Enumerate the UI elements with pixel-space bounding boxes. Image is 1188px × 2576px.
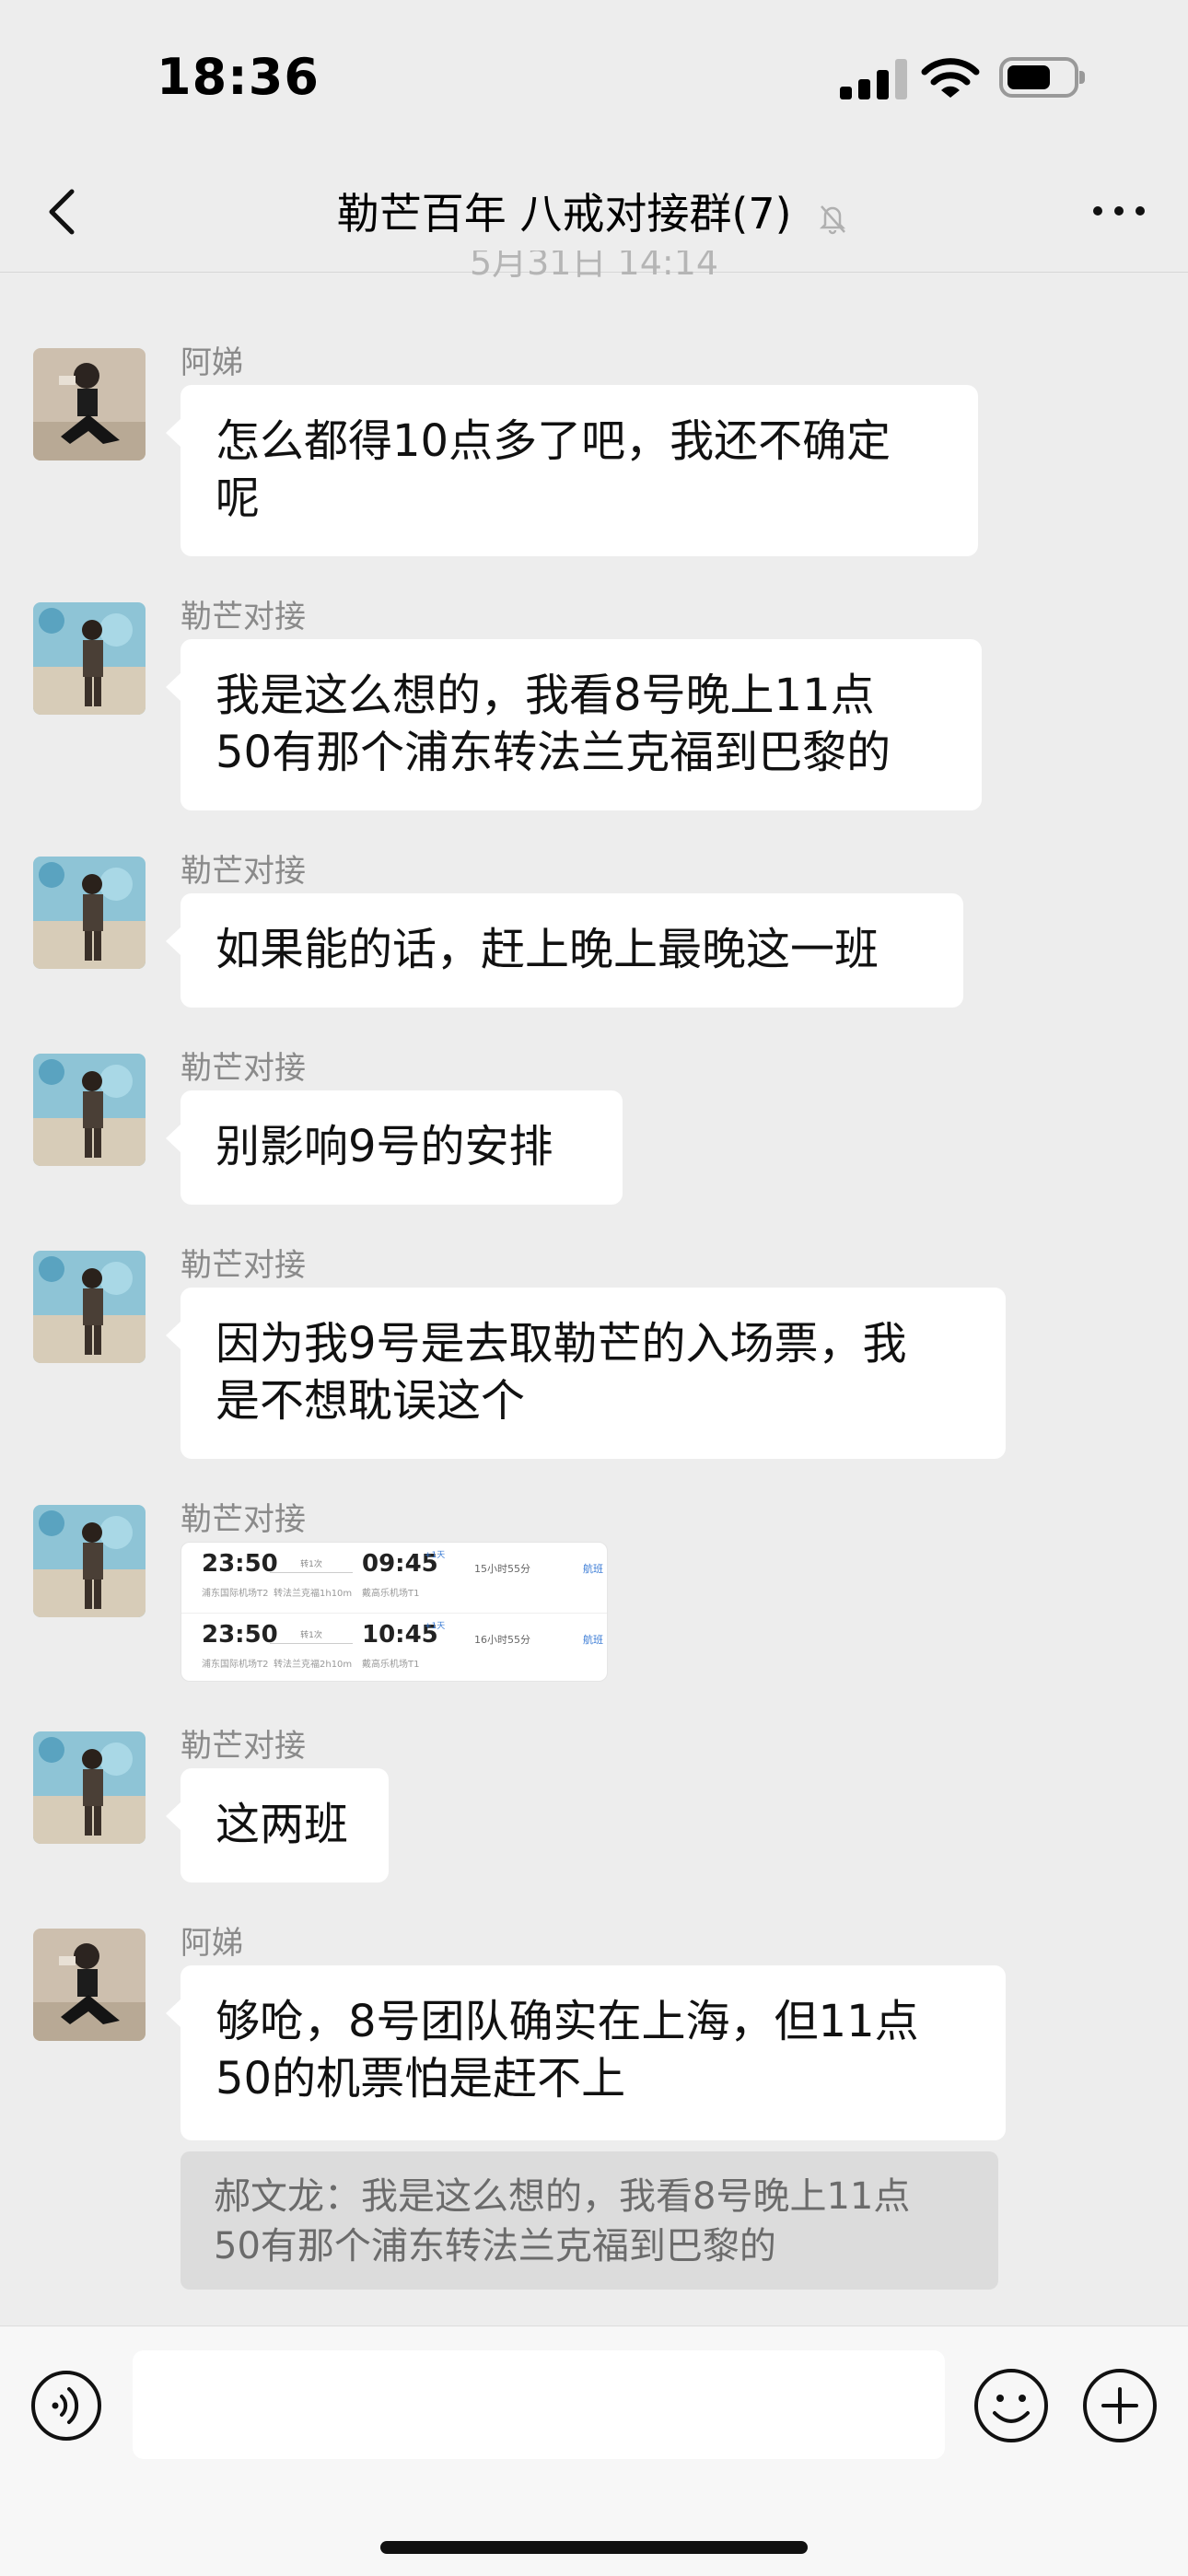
avatar[interactable] (33, 1929, 146, 2041)
message-bubble[interactable]: 别影响9号的安排 (166, 1090, 623, 1205)
avatar[interactable] (33, 857, 146, 969)
departure-airport: 浦东国际机场T2 (202, 1660, 269, 1670)
chat-title: 勒芒百年 八戒对接群(7) (0, 181, 1188, 241)
chat-area[interactable]: 阿娣 怎么都得10点多了吧，我还不确定 呢 勒芒对接 我是这么想的，我看8号晚上… (0, 276, 1188, 2325)
message-line: 50有那个浦东转法兰克福到巴黎的 (215, 727, 891, 778)
avatar[interactable] (33, 348, 146, 460)
input-bar (0, 2325, 1188, 2576)
wifi-icon (921, 58, 980, 98)
flight-link: 航班 (583, 1563, 603, 1575)
avatar[interactable] (33, 1054, 146, 1166)
message-line: 我是这么想的，我看8号晚上11点 (215, 670, 875, 721)
message-bubble[interactable]: 够呛，8号团队确实在上海，但11点 50的机票怕是赶不上 (166, 1965, 1006, 2140)
departure-time: 23:50 (202, 1550, 278, 1578)
emoji-icon[interactable] (973, 2367, 1050, 2444)
sender-name: 阿娣 (181, 1925, 243, 1962)
flight-row: 23:50 浦东国际机场T2 转1次 转法兰克福1h10m 09:45 +1天 … (181, 1543, 607, 1611)
avatar[interactable] (33, 602, 146, 715)
stops: 转1次 (300, 1631, 322, 1640)
arrival-airport: 戴高乐机场T1 (362, 1660, 420, 1670)
duration: 16小时55分 (474, 1634, 530, 1646)
stops: 转1次 (300, 1560, 322, 1569)
flight-row: 23:50 浦东国际机场T2 转1次 转法兰克福2h10m 10:45 +1天 … (181, 1613, 607, 1681)
message-bubble[interactable]: 这两班 (166, 1768, 389, 1882)
quote-line: 50有那个浦东转法兰克福到巴黎的 (214, 2225, 776, 2267)
message-line: 因为我9号是去取勒芒的入场票，我 (215, 1318, 907, 1370)
add-attachment-icon[interactable] (1081, 2367, 1159, 2444)
mute-bell-icon (820, 204, 846, 234)
message-line: 这两班 (215, 1799, 349, 1850)
quote-line: 郝文龙：我是这么想的，我看8号晚上11点 (214, 2175, 911, 2218)
avatar[interactable] (33, 1251, 146, 1363)
message-input[interactable] (133, 2350, 945, 2459)
message-line: 如果能的话，赶上晚上最晚这一班 (215, 924, 879, 975)
more-options-icon[interactable] (1087, 188, 1151, 234)
message-line: 是不想耽误这个 (215, 1375, 526, 1427)
message-line: 别影响9号的安排 (215, 1121, 553, 1172)
message-line: 呢 (215, 472, 261, 524)
duration: 15小时55分 (474, 1563, 530, 1575)
message-bubble[interactable]: 因为我9号是去取勒芒的入场票，我 是不想耽误这个 (166, 1288, 1006, 1459)
sender-name: 勒芒对接 (181, 1247, 306, 1284)
group-name: 勒芒百年 八戒对接群(7) (336, 189, 792, 239)
flight-link: 航班 (583, 1634, 603, 1646)
sender-name: 勒芒对接 (181, 599, 306, 635)
message-bubble[interactable]: 如果能的话，赶上晚上最晚这一班 (166, 893, 963, 1008)
message-bubble[interactable]: 怎么都得10点多了吧，我还不确定 呢 (166, 385, 978, 556)
transfer-info: 转法兰克福1h10m (274, 1589, 353, 1599)
next-day-badge: +1天 (425, 1622, 446, 1631)
sender-name: 阿娣 (181, 344, 243, 381)
quoted-message[interactable]: 郝文龙：我是这么想的，我看8号晚上11点 50有那个浦东转法兰克福到巴黎的 (181, 2151, 998, 2290)
status-bar: 18:36 (0, 0, 1188, 157)
message-line: 50的机票怕是赶不上 (215, 2053, 626, 2104)
flight-screenshot-image[interactable]: 23:50 浦东国际机场T2 转1次 转法兰克福1h10m 09:45 +1天 … (181, 1542, 608, 1682)
cellular-signal-icon (840, 59, 910, 99)
message-line: 怎么都得10点多了吧，我还不确定 (215, 415, 891, 467)
sender-name: 勒芒对接 (181, 1050, 306, 1087)
voice-input-icon[interactable] (29, 2369, 103, 2442)
departure-airport: 浦东国际机场T2 (202, 1589, 269, 1599)
sender-name: 勒芒对接 (181, 1728, 306, 1765)
sender-name: 勒芒对接 (181, 1501, 306, 1538)
message-line: 够呛，8号团队确实在上海，但11点 (215, 1996, 919, 2047)
battery-icon (999, 57, 1085, 98)
sender-name: 勒芒对接 (181, 853, 306, 890)
avatar[interactable] (33, 1505, 146, 1617)
transfer-info: 转法兰克福2h10m (274, 1660, 353, 1670)
home-indicator[interactable] (380, 2541, 808, 2554)
message-bubble[interactable]: 我是这么想的，我看8号晚上11点 50有那个浦东转法兰克福到巴黎的 (166, 639, 982, 810)
status-time: 18:36 (157, 48, 320, 106)
departure-time: 23:50 (202, 1621, 278, 1649)
arrival-airport: 戴高乐机场T1 (362, 1589, 420, 1599)
next-day-badge: +1天 (425, 1551, 446, 1560)
avatar[interactable] (33, 1731, 146, 1844)
